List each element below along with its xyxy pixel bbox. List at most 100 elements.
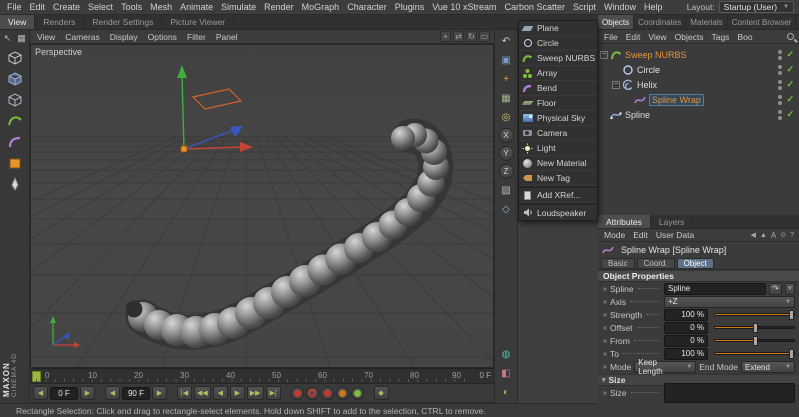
next-key-button[interactable]: ▶▶ [246,386,264,400]
previous-frame-button[interactable]: ◀ [212,386,228,400]
subtab-basic[interactable]: Basic [601,257,635,269]
menu-window[interactable]: Window [600,2,640,12]
spline-link-field[interactable]: Spline [664,282,766,295]
visibility-dots[interactable] [778,64,783,75]
menu-character[interactable]: Character [343,2,391,12]
frame-dec-button[interactable]: ◀ [33,386,48,400]
enabled-check-icon[interactable]: ✓ [786,49,794,60]
end-frame-field[interactable]: 90 F [122,386,150,400]
frame-selection-icon[interactable]: ▣ [498,52,515,68]
undo-icon[interactable]: ↶ [498,33,515,49]
tree-row-spline-wrap[interactable]: Spline Wrap ✓ [598,92,799,107]
grid-icon[interactable]: ▦ [498,90,515,106]
menu-item-bend[interactable]: Bend [519,81,597,96]
enabled-check-icon[interactable]: ✓ [786,64,794,75]
am-menu-edit[interactable]: Edit [629,230,652,240]
render-region-icon[interactable]: ◐ [498,384,515,400]
menu-script[interactable]: Script [569,2,600,12]
menu-item-add-xref[interactable]: Add XRef... [519,188,597,203]
deformer-object-icon[interactable] [4,131,26,152]
tab-renders[interactable]: Renders [35,15,85,29]
menu-help[interactable]: Help [640,2,667,12]
display-mode-icon[interactable]: ◧ [498,365,515,381]
om-menu-file[interactable]: File [600,32,622,42]
link-options-icon[interactable]: ▼ [785,282,795,295]
om-menu-tags[interactable]: Tags [707,32,733,42]
menu-simulate[interactable]: Simulate [217,2,260,12]
axis-dropdown[interactable]: +Z ▼ [664,295,795,308]
goto-start-button[interactable]: |◀ [177,386,192,400]
menu-item-physical-sky[interactable]: Physical Sky [519,111,597,126]
record-position-button[interactable] [320,386,334,400]
maximize-view-icon[interactable]: ▭ [479,31,490,42]
layout-select[interactable]: Startup (User) ▼ [718,1,794,13]
menu-item-array[interactable]: Array [519,66,597,81]
am-menu-mode[interactable]: Mode [600,230,629,240]
end-dec-button[interactable]: ◀ [105,386,120,400]
viewport-menu-filter[interactable]: Filter [182,32,211,42]
om-menu-objects[interactable]: Objects [671,32,708,42]
pick-object-icon[interactable]: ↷ [769,282,782,295]
visibility-dots[interactable] [778,94,783,105]
menu-render[interactable]: Render [260,2,298,12]
animation-dot[interactable] [603,390,607,395]
menu-create[interactable]: Create [49,2,84,12]
current-frame-field[interactable]: 0 F [50,386,78,400]
animation-dot[interactable] [603,365,607,369]
animation-dot[interactable] [603,338,607,343]
add-object-icon[interactable]: + [498,71,515,87]
search-icon[interactable] [787,33,794,40]
keyframe-options-button[interactable]: ◆ [373,386,389,400]
animation-dot[interactable] [603,299,607,304]
tab-content-browser[interactable]: Content Browser [728,15,797,29]
tree-row-helix[interactable]: − Helix ✓ [598,77,799,92]
visibility-dots[interactable] [778,49,783,60]
visibility-dots[interactable] [778,109,783,120]
tree-row-spline[interactable]: Spline ✓ [598,107,799,122]
x-axis-lock-button[interactable]: X [498,128,514,143]
cube-primitive-icon[interactable] [4,68,26,89]
strength-field[interactable]: 100 % [664,308,708,321]
goto-end-button[interactable]: ▶| [265,386,281,400]
viewport-menu-panel[interactable]: Panel [211,32,243,42]
pointer-icon[interactable]: ↖ [2,32,14,44]
mode-dropdown[interactable]: Keep Length ▼ [634,358,697,376]
om-menu-bookmarks[interactable]: Boo [733,32,756,42]
menu-item-loudspeaker[interactable]: Loudspeaker [519,205,597,220]
frame-inc-button[interactable]: ▶ [80,386,95,400]
axis-gizmo[interactable] [177,65,253,153]
offset-slider[interactable] [714,323,795,333]
viewport[interactable]: Perspective [30,44,494,368]
pan-view-icon[interactable]: ⇄ [453,31,464,42]
collapse-icon[interactable]: − [600,50,608,59]
tab-attributes[interactable]: Attributes [598,215,651,228]
tab-picture-viewer[interactable]: Picture Viewer [162,15,235,29]
menu-edit[interactable]: Edit [26,2,50,12]
menu-carbon-scatter[interactable]: Carbon Scatter [500,2,569,12]
rotate-view-icon[interactable]: ↻ [466,31,477,42]
from-slider[interactable] [714,336,795,346]
enabled-check-icon[interactable]: ✓ [786,79,794,90]
animation-dot[interactable] [603,325,607,330]
om-menu-view[interactable]: View [644,32,670,42]
animation-dot[interactable] [603,286,607,291]
tab-layers[interactable]: Layers [651,215,694,228]
timeline-ruler[interactable]: 0 10 20 30 40 50 60 70 80 90 0 F [30,368,494,384]
animation-dot[interactable] [603,351,607,356]
end-mode-dropdown[interactable]: Extend ▼ [741,361,795,373]
subtab-object[interactable]: Object [676,257,714,269]
menu-item-camera[interactable]: Camera [519,126,597,141]
viewport-menu-view[interactable]: View [32,32,60,42]
tree-row-circle[interactable]: Circle ✓ [598,62,799,77]
menu-item-floor[interactable]: Floor [519,96,597,111]
menu-mograph[interactable]: MoGraph [298,2,344,12]
viewport-menu-cameras[interactable]: Cameras [60,32,104,42]
menu-mesh[interactable]: Mesh [146,2,176,12]
convert-object-icon[interactable] [4,47,26,68]
up-icon[interactable]: ▲ [760,232,767,239]
sweep-nurbs-coil-object[interactable] [125,118,454,350]
subtab-coord[interactable]: Coord. [636,257,675,269]
size-spline-field[interactable] [664,382,795,403]
enabled-check-icon[interactable]: ✓ [786,109,794,120]
camera-icon[interactable]: ◍ [498,346,515,362]
